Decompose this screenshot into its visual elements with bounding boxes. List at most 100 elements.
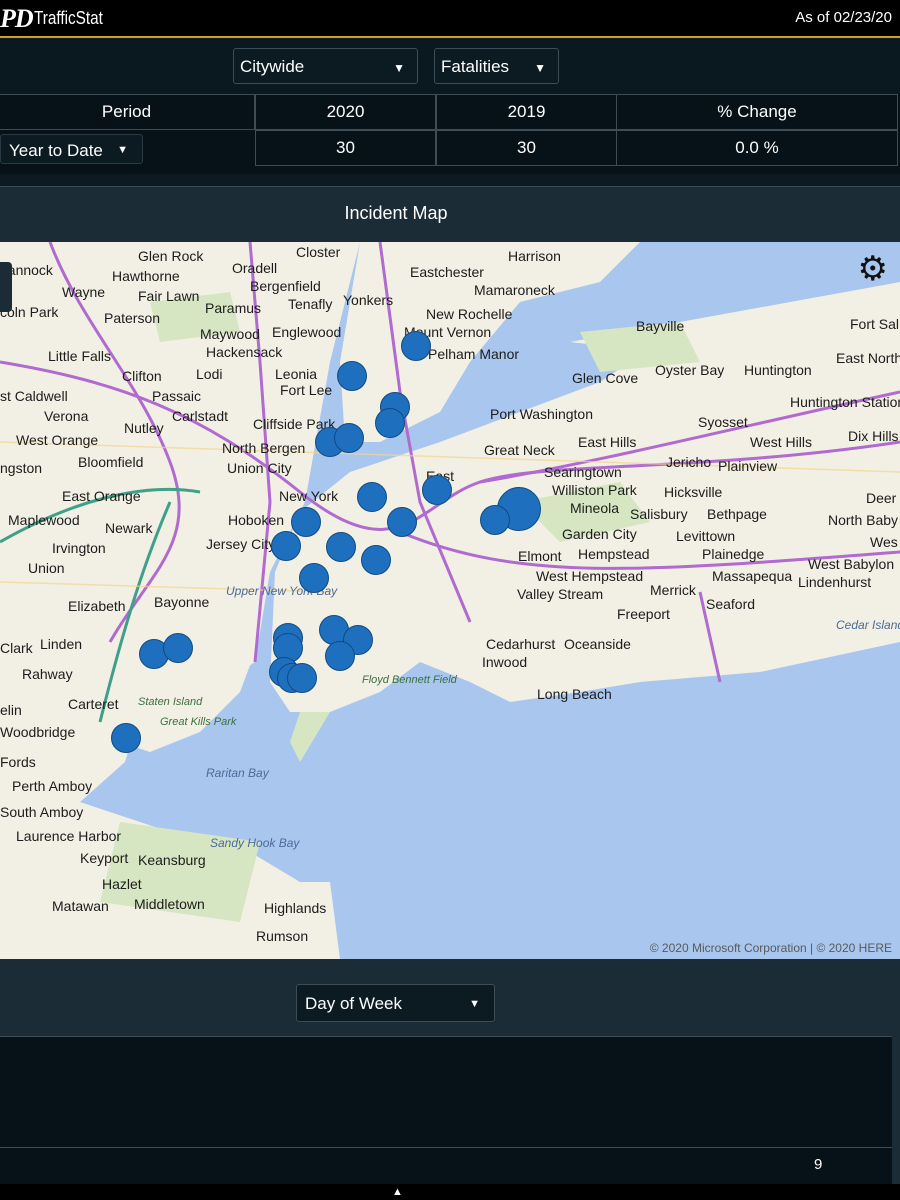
- map-label: Hicksville: [664, 484, 723, 500]
- incident-marker[interactable]: [291, 507, 321, 537]
- incident-marker[interactable]: [422, 475, 452, 505]
- map-label: Syosset: [698, 414, 748, 430]
- map-label: South Amboy: [0, 804, 84, 820]
- incident-marker[interactable]: [287, 663, 317, 693]
- value-2019: 30: [436, 130, 617, 166]
- map-label: Oradell: [232, 260, 278, 276]
- map-label: New Rochelle: [426, 306, 513, 322]
- page-number: 9: [814, 1156, 823, 1173]
- map-label: Wayne: [62, 284, 106, 300]
- map-label: Huntington Station: [790, 394, 900, 410]
- period-dropdown-label: Year to Date: [9, 141, 103, 160]
- map-label: Inwood: [482, 654, 528, 670]
- gear-icon[interactable]: ⚙: [858, 252, 888, 286]
- incident-marker[interactable]: [111, 723, 141, 753]
- map-label: Carlstadt: [172, 408, 229, 424]
- incident-marker[interactable]: [271, 531, 301, 561]
- incident-marker[interactable]: [357, 482, 387, 512]
- map-label: Hoboken: [228, 512, 285, 528]
- day-of-week-panel: Day of Week ▼ 9: [0, 962, 900, 1200]
- map-label: Maplewood: [8, 512, 80, 528]
- map-label: Clark: [0, 640, 33, 656]
- map-label: Bayonne: [154, 594, 210, 610]
- map-label: Bethpage: [707, 506, 767, 522]
- map-label: Oceanside: [564, 636, 631, 652]
- map-label: Glen Rock: [138, 248, 204, 264]
- incident-marker[interactable]: [375, 408, 405, 438]
- map-label: Hackensack: [206, 344, 283, 360]
- map-label: Fort Lee: [280, 382, 333, 398]
- incident-marker[interactable]: [163, 633, 193, 663]
- day-of-week-chart: [0, 1036, 892, 1148]
- map-label: Bayville: [636, 318, 685, 334]
- map-label: Highlands: [264, 900, 327, 916]
- incident-marker[interactable]: [361, 545, 391, 575]
- map-label: North Bergen: [222, 440, 306, 456]
- map-label: Perth Amboy: [12, 778, 93, 794]
- map-label: elin: [0, 702, 22, 718]
- map-label: Port Washington: [490, 406, 593, 422]
- metric-dropdown[interactable]: Fatalities ▼: [434, 48, 559, 84]
- map-label: West Hills: [750, 434, 812, 450]
- incident-marker[interactable]: [326, 532, 356, 562]
- map-label: Tenafly: [288, 296, 333, 312]
- map-label: Raritan Bay: [206, 766, 269, 780]
- map-label: Hawthorne: [112, 268, 180, 284]
- map-label: East Hills: [578, 434, 637, 450]
- map-label: Massapequa: [712, 568, 793, 584]
- map-label: Bloomfield: [78, 454, 144, 470]
- period-dropdown[interactable]: Year to Date ▼: [0, 134, 143, 164]
- map-label: Fort Sal: [850, 316, 900, 332]
- map-copyright: © 2020 Microsoft Corporation | © 2020 HE…: [649, 941, 892, 955]
- map-label: Plainedge: [702, 546, 765, 562]
- map-label: Keyport: [80, 850, 129, 866]
- map-label: Keansburg: [138, 852, 206, 868]
- incident-marker[interactable]: [299, 563, 329, 593]
- map-label: Eastchester: [410, 264, 484, 280]
- map-label: Great Kills Park: [160, 716, 237, 728]
- map-label: Fair Lawn: [138, 288, 200, 304]
- map-label: Sandy Hook Bay: [210, 836, 300, 850]
- map-label: North Baby: [828, 512, 899, 528]
- map-label: Yonkers: [343, 292, 394, 308]
- chart-type-dropdown[interactable]: Day of Week ▼: [296, 984, 495, 1022]
- chevron-down-icon: ▼: [393, 61, 405, 75]
- area-dropdown[interactable]: Citywide ▼: [233, 48, 418, 84]
- map-label: Lindenhurst: [798, 574, 872, 590]
- area-dropdown-label: Citywide: [240, 57, 305, 76]
- map-label: Salisbury: [630, 506, 688, 522]
- map-label: Paramus: [205, 300, 262, 316]
- map-label: East Orange: [62, 488, 141, 504]
- incident-marker[interactable]: [334, 423, 364, 453]
- map-label: Pelham Manor: [428, 346, 520, 362]
- map-label: Passaic: [152, 388, 202, 404]
- map-label: Jersey City: [206, 536, 276, 552]
- chevron-up-icon[interactable]: ▲: [392, 1186, 403, 1198]
- map-label: Maywood: [200, 326, 260, 342]
- map-title: Incident Map: [344, 203, 448, 223]
- map-label: Matawan: [52, 898, 109, 914]
- map-label: Fords: [0, 754, 36, 770]
- map-label: Staten Island: [138, 696, 203, 708]
- map-label: Lodi: [196, 366, 223, 382]
- map-label: Bergenfield: [250, 278, 321, 294]
- incident-marker[interactable]: [325, 641, 355, 671]
- map-label: Floyd Bennett Field: [362, 674, 457, 686]
- map-label: Hempstead: [578, 546, 650, 562]
- map-label: West Hempstead: [536, 568, 644, 584]
- incident-marker[interactable]: [337, 361, 367, 391]
- map-label: Cedar Island: [836, 618, 900, 632]
- logo: PD: [0, 4, 34, 33]
- incident-marker[interactable]: [480, 505, 510, 535]
- incident-marker[interactable]: [387, 507, 417, 537]
- footer-bar: [0, 1184, 900, 1200]
- panel-toggle-tab[interactable]: [0, 262, 12, 312]
- map-label: New York: [279, 488, 339, 504]
- map-label: Closter: [296, 244, 341, 260]
- incident-map[interactable]: Glen Rock Closter Harrison uannock Hawthorne…: [0, 242, 900, 959]
- map-label: Paterson: [104, 310, 161, 326]
- map-label: Garden City: [562, 526, 637, 542]
- map-label: Seaford: [706, 596, 756, 612]
- incident-marker[interactable]: [401, 331, 431, 361]
- map-label: Merrick: [650, 582, 696, 598]
